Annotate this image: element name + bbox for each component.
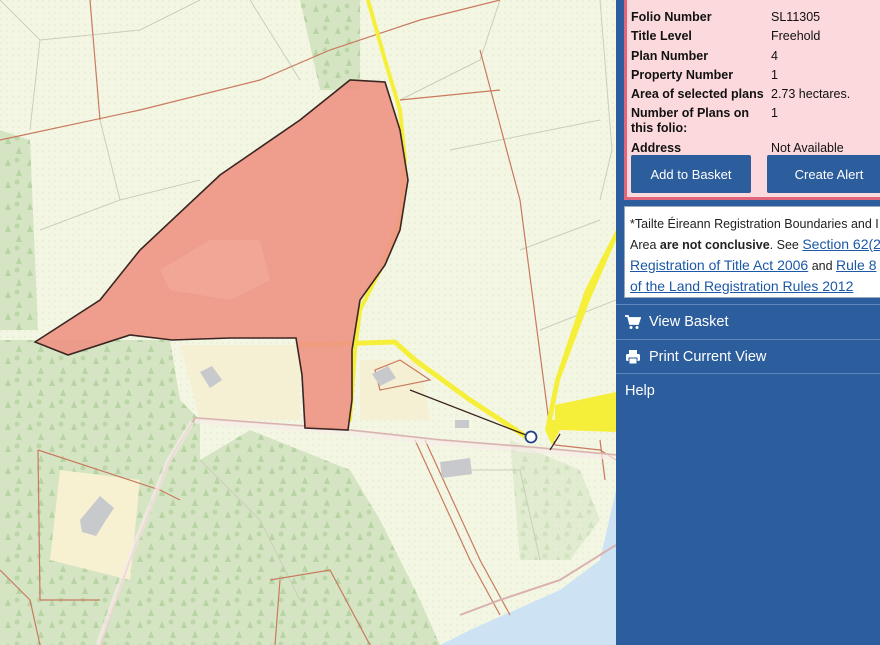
land-registration-rules-link[interactable]: of the Land Registration Rules 2012: [630, 278, 853, 294]
property-number-value: 1: [771, 68, 778, 82]
plan-number-label: Plan Number: [631, 49, 709, 63]
view-basket-label: View Basket: [649, 314, 729, 330]
plans-count-value: 1: [771, 106, 778, 120]
property-number-label: Property Number: [631, 68, 734, 82]
map-view[interactable]: [0, 0, 616, 645]
help-menu-item[interactable]: Help: [616, 374, 880, 408]
shopping-cart-icon: [625, 315, 641, 329]
map-canvas[interactable]: [0, 0, 616, 645]
folio-info-card: Folio Number SL11305 Title Level Freehol…: [624, 0, 880, 200]
address-label: Address: [631, 141, 682, 155]
notice-text: and: [808, 259, 837, 273]
folio-number-label: Folio Number: [631, 10, 712, 24]
plans-count-label: Number of Plans on this folio:: [631, 106, 750, 135]
address-value: Not Available: [771, 141, 844, 155]
title-level-value: Freehold: [771, 29, 821, 43]
circle-marker-icon: [524, 430, 538, 444]
title-level-label: Title Level: [631, 29, 692, 43]
plan-number-value: 4: [771, 49, 778, 63]
side-panel: Folio Number SL11305 Title Level Freehol…: [616, 0, 880, 645]
folio-number-value: SL11305: [771, 10, 821, 24]
help-label: Help: [625, 383, 655, 399]
rule-8-link[interactable]: Rule 8: [836, 257, 876, 273]
view-basket-menu-item[interactable]: View Basket: [616, 305, 880, 339]
print-current-view-label: Print Current View: [649, 349, 767, 365]
print-current-view-menu-item[interactable]: Print Current View: [616, 340, 880, 374]
notice-line-3: Registration of Title Act 2006 and Rule …: [630, 255, 880, 276]
create-alert-button[interactable]: Create Alert: [767, 155, 880, 193]
notice-bold-text: are not conclusive: [659, 238, 770, 252]
registration-act-link[interactable]: Registration of Title Act 2006: [630, 257, 808, 273]
notice-line-4: of the Land Registration Rules 2012: [630, 276, 880, 297]
add-to-basket-button[interactable]: Add to Basket: [631, 155, 751, 193]
notice-line-1: *Tailte Éireann Registration Boundaries …: [630, 217, 879, 231]
registration-notice: *Tailte Éireann Registration Boundaries …: [624, 206, 880, 298]
section-62-link[interactable]: Section 62(2: [802, 236, 880, 252]
notice-line-2: Area are not conclusive. See Section 62(…: [630, 234, 880, 255]
area-value: 2.73 hectares.: [771, 87, 851, 101]
area-label: Area of selected plans: [631, 87, 764, 101]
notice-text: . See: [769, 238, 803, 252]
printer-icon: [626, 350, 640, 365]
notice-text: Area: [630, 238, 660, 252]
